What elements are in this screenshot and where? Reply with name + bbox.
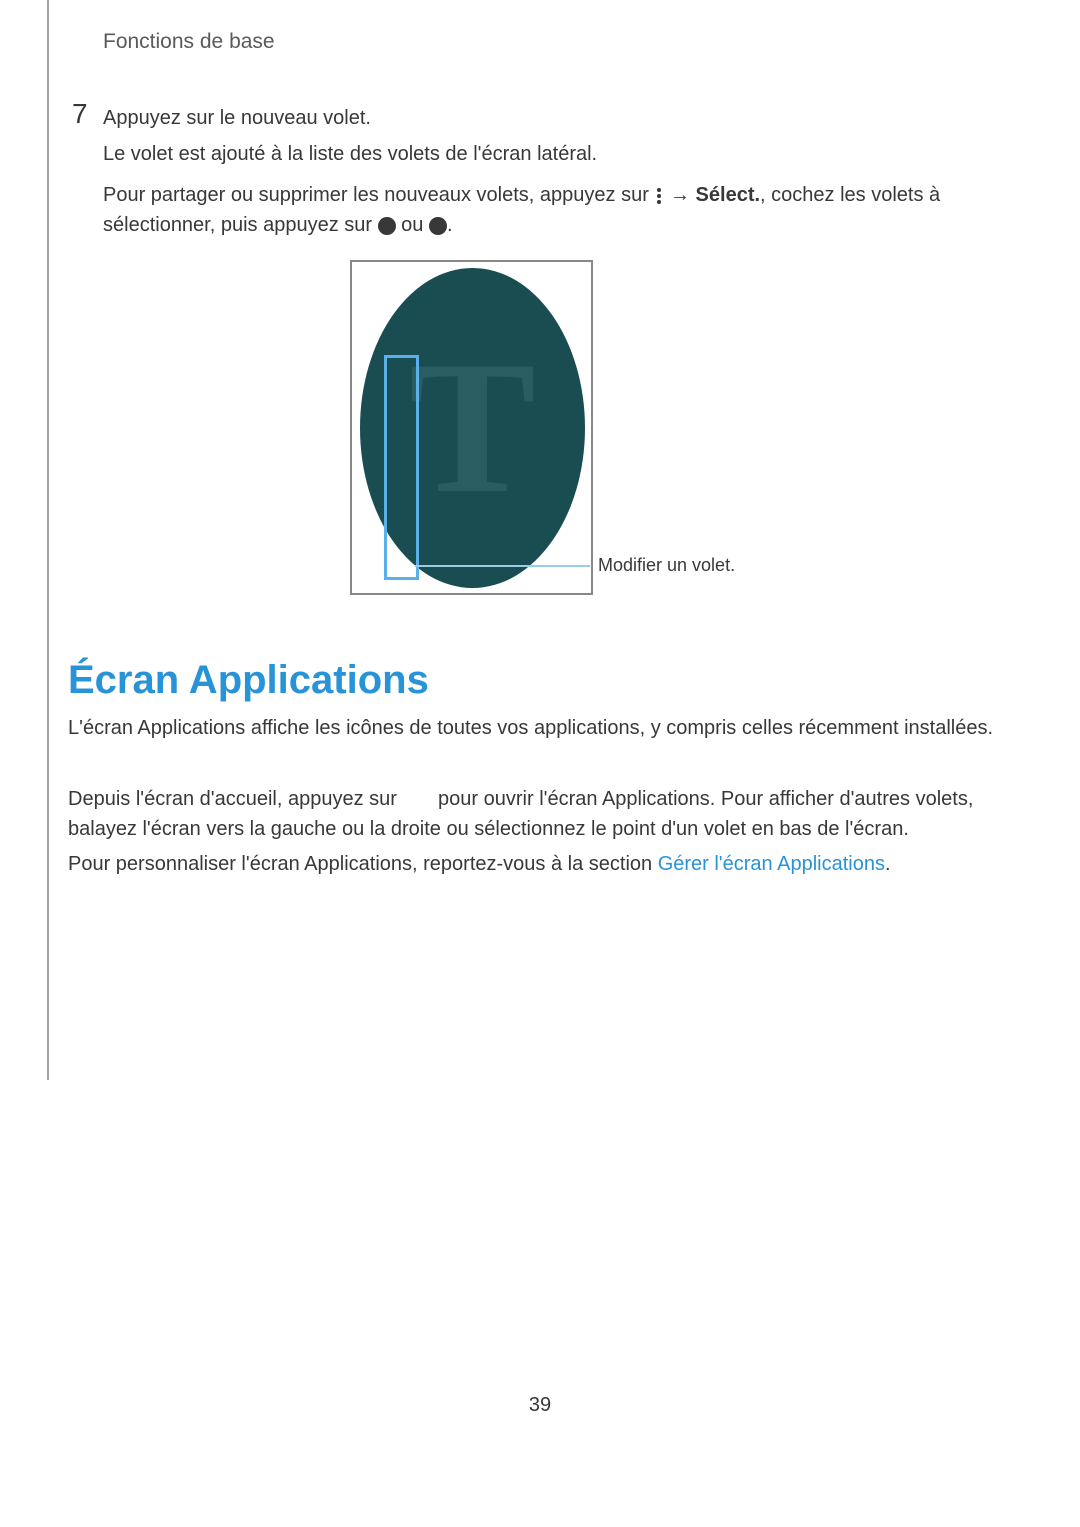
step-line-1: Appuyez sur le nouveau volet. <box>103 107 371 130</box>
page-number: 39 <box>529 1394 551 1417</box>
heading-applications: Écran Applications <box>68 658 429 703</box>
p3-part1: Pour personnaliser l'écran Applications,… <box>68 853 658 875</box>
body-paragraph-3: Pour personnaliser l'écran Applications,… <box>68 853 1008 876</box>
link-manage-apps[interactable]: Gérer l'écran Applications <box>658 853 885 875</box>
vertical-divider <box>47 0 49 1080</box>
period: . <box>447 214 453 236</box>
delete-icon <box>429 217 447 235</box>
arrow-text: → <box>664 184 695 206</box>
figure-phone: T <box>350 260 593 595</box>
step-line-3: Pour partager ou supprimer les nouveaux … <box>103 180 1003 240</box>
p2-part1: Depuis l'écran d'accueil, appuyez sur <box>68 788 402 810</box>
select-label: Sélect. <box>696 184 760 206</box>
step-number: 7 <box>72 98 88 130</box>
section-header: Fonctions de base <box>103 30 275 54</box>
p3-end: . <box>885 853 891 875</box>
body-paragraph-2: Depuis l'écran d'accueil, appuyez sur po… <box>68 784 1008 844</box>
step-line-2: Le volet est ajouté à la liste des volet… <box>103 143 597 166</box>
panel-highlight <box>384 355 419 580</box>
more-icon <box>657 186 661 206</box>
letter-t: T <box>409 333 536 523</box>
ou-text: ou <box>396 214 429 236</box>
callout-label: Modifier un volet. <box>598 555 735 576</box>
step-text: Pour partager ou supprimer les nouveaux … <box>103 184 654 206</box>
body-paragraph-1: L'écran Applications affiche les icônes … <box>68 713 1008 743</box>
callout-line <box>415 565 590 567</box>
share-icon <box>378 217 396 235</box>
